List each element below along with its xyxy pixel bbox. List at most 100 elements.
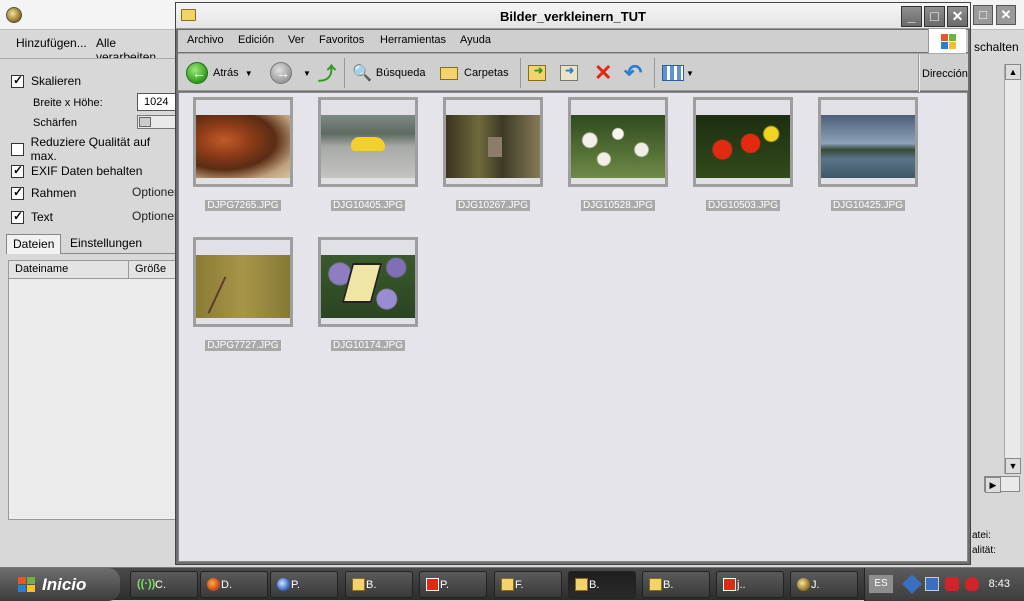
menu-archivo[interactable]: Archivo [187, 34, 224, 46]
start-button[interactable]: Inicio [0, 568, 120, 601]
text-checkbox[interactable]: Text [11, 209, 53, 225]
column-header-size[interactable]: Größe [129, 261, 177, 279]
thumbnail-item[interactable] [193, 237, 293, 327]
thumbnail-label[interactable]: DJG10503.JPG [690, 200, 796, 211]
taskbar-button[interactable]: P. [270, 571, 338, 598]
taskbar-button-active[interactable]: B. [568, 571, 636, 598]
thumbnail-label[interactable]: DJG10405.JPG [315, 200, 421, 211]
chevron-down-icon[interactable]: ▼ [303, 69, 311, 78]
security-icon[interactable] [945, 577, 959, 591]
close-button[interactable]: ✕ [947, 6, 968, 27]
scroll-up-icon[interactable]: ▲ [1005, 64, 1021, 80]
system-tray: ES 8:43 [864, 568, 1024, 601]
menu-ver[interactable]: Ver [288, 34, 305, 46]
taskbar-button[interactable]: D. [200, 571, 268, 598]
toolbar-separator [654, 58, 655, 88]
frame-checkbox[interactable]: Rahmen [11, 185, 76, 201]
chevron-down-icon[interactable]: ▼ [245, 69, 253, 78]
vertical-scrollbar[interactable]: ▲ ▼ [1004, 64, 1021, 474]
maximize-button[interactable]: □ [973, 5, 993, 25]
close-button[interactable]: ✕ [996, 5, 1016, 25]
network-icon: ((·)) [137, 578, 156, 590]
move-to-button[interactable]: ➜ [528, 60, 546, 86]
bluetooth-icon[interactable] [902, 574, 922, 594]
thumbnail-item[interactable] [318, 97, 418, 187]
chevron-down-icon[interactable]: ▼ [686, 69, 694, 78]
scroll-right-icon[interactable]: ▶ [985, 477, 1001, 493]
thumbnail-label[interactable]: DJPG7265.JPG [190, 200, 296, 211]
app-icon[interactable] [6, 7, 22, 23]
right-panel-button[interactable]: schalten [974, 40, 1019, 54]
menu-favoritos[interactable]: Favoritos [319, 34, 364, 46]
thumbnail-item[interactable] [193, 97, 293, 187]
menu-ayuda[interactable]: Ayuda [460, 34, 491, 46]
thumbnail-image [821, 115, 915, 178]
address-label: Dirección [922, 68, 968, 80]
thumbnail-image [696, 115, 790, 178]
sharpen-slider[interactable] [137, 115, 177, 129]
checkbox-icon [11, 73, 24, 88]
column-header-filename[interactable]: Dateiname [9, 261, 129, 279]
add-button[interactable]: Hinzufügen... [16, 36, 87, 50]
minimize-button[interactable]: _ [901, 6, 922, 27]
thumbnail-item[interactable] [318, 237, 418, 327]
thumbnail-label[interactable]: DJG10425.JPG [815, 200, 921, 211]
folders-button[interactable]: Carpetas [440, 60, 509, 86]
taskbar-button[interactable]: j.. [716, 571, 784, 598]
frame-options-button[interactable]: Optionen [132, 185, 181, 199]
toolbar-separator [344, 58, 345, 88]
network-status-icon[interactable] [925, 577, 939, 591]
undo-button[interactable]: ↶ [624, 60, 642, 86]
thumbnail-label[interactable]: DJG10174.JPG [315, 340, 421, 351]
language-indicator[interactable]: ES [869, 575, 893, 593]
menu-edicion[interactable]: Edición [238, 34, 274, 46]
explorer-window: Bilder_verkleinern_TUT _ □ ✕ Archivo Edi… [175, 2, 971, 565]
clock[interactable]: 8:43 [989, 578, 1010, 590]
tab-settings[interactable]: Einstellungen [64, 234, 148, 254]
file-view[interactable]: DJPG7265.JPG DJG10405.JPG DJG10267.JPG D… [178, 92, 968, 562]
reduce-quality-checkbox[interactable]: Reduziere Qualität auf max. [11, 135, 175, 163]
menu-bar: Archivo Edición Ver Favoritos Herramient… [178, 29, 968, 53]
explorer-titlebar[interactable]: Bilder_verkleinern_TUT _ □ ✕ [176, 3, 970, 29]
shield-icon[interactable] [965, 577, 979, 591]
scroll-down-icon[interactable]: ▼ [1005, 458, 1021, 474]
thumbnail-label[interactable]: DJG10267.JPG [440, 200, 546, 211]
thumbnail-item[interactable] [568, 97, 668, 187]
folder-icon [649, 578, 662, 591]
toolbar-separator [520, 58, 521, 88]
tab-files[interactable]: Dateien [6, 234, 62, 254]
delete-button[interactable]: ✕ [594, 60, 612, 86]
slider-handle[interactable] [139, 117, 151, 127]
copy-to-button[interactable]: ➜ [560, 60, 578, 86]
folder-icon [575, 578, 588, 591]
taskbar-button[interactable]: B. [642, 571, 710, 598]
thumbnail-label[interactable]: DJPG7727.JPG [190, 340, 296, 351]
maximize-button[interactable]: □ [924, 6, 945, 27]
scale-checkbox[interactable]: Skalieren [11, 73, 81, 89]
views-icon [662, 65, 684, 81]
search-button[interactable]: 🔍 Búsqueda [352, 60, 425, 86]
taskbar-button[interactable]: J. [790, 571, 858, 598]
taskbar-button[interactable]: F. [494, 571, 562, 598]
text-options-button[interactable]: Optionen [132, 209, 181, 223]
tabs-strip: Dateien Einstellungen [6, 232, 176, 254]
thumbnail-label[interactable]: DJG10528.JPG [565, 200, 671, 211]
keep-exif-checkbox[interactable]: EXIF Daten behalten [11, 163, 142, 179]
menu-herramientas[interactable]: Herramientas [380, 34, 446, 46]
taskbar-button[interactable]: ((·)) C. [130, 571, 198, 598]
up-folder-button[interactable]: ⤴ [318, 60, 336, 86]
file-list[interactable]: Dateiname Größe [8, 260, 177, 520]
thumbnail-item[interactable] [443, 97, 543, 187]
delete-icon: ✕ [594, 60, 613, 85]
thumbnail-item[interactable] [693, 97, 793, 187]
back-button[interactable]: ← Atrás ▼ [186, 60, 253, 86]
size-input[interactable]: 1024 [137, 93, 177, 111]
horizontal-scrollbar[interactable]: ▶ [984, 476, 1020, 493]
taskbar-button[interactable]: B. [345, 571, 413, 598]
taskbar-button[interactable]: P. [419, 571, 487, 598]
forward-button[interactable]: → ▼ [270, 60, 311, 86]
firefox-icon [207, 578, 220, 591]
windows-logo-icon [18, 576, 36, 593]
views-button[interactable]: ▼ [662, 60, 694, 86]
thumbnail-item[interactable] [818, 97, 918, 187]
